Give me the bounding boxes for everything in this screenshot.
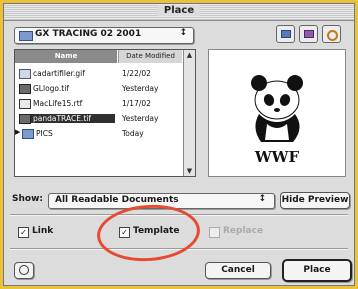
disk-icon [281,30,291,38]
file-row[interactable]: MacLife15.rtf 1/17/02 [15,97,183,110]
file-row[interactable]: GLlogo.tif Yesterday [15,82,183,95]
popup-arrows-icon: ↕ [179,28,187,38]
tif-file-icon [19,114,31,124]
help-button[interactable] [14,262,34,279]
file-list[interactable]: Name Date Modified ▲ ▼ cadartifiler.gif … [14,49,196,177]
name-column-header[interactable]: Name [15,50,117,63]
folder-popup-label: GX TRACING 02 2001 [35,29,142,39]
file-date: Yesterday [122,84,159,93]
disk-button[interactable] [276,25,295,43]
scroll-down-icon[interactable]: ▼ [184,167,195,175]
recent-button[interactable] [322,25,341,43]
file-name: MacLife15.rtf [33,99,83,108]
date-column-header[interactable]: Date Modified [118,50,182,63]
file-date: Yesterday [122,114,159,123]
file-date: 1/22/02 [122,69,151,78]
file-date: 1/17/02 [122,99,151,108]
file-row[interactable]: ▶ PICS Today [15,127,183,140]
cancel-button[interactable]: Cancel [205,262,271,279]
file-row[interactable]: cadartifiler.gif 1/22/02 [15,67,183,80]
preview-pane: WWF [208,49,346,177]
place-button[interactable]: Place [282,259,352,282]
file-name: PICS [36,129,53,138]
replace-label: Replace [223,226,264,236]
scroll-up-icon[interactable]: ▲ [184,51,195,59]
popup-arrows-icon: ↕ [258,194,266,204]
tif-file-icon [19,84,31,94]
clock-icon [327,30,338,41]
wwf-panda-logo: WWF [251,75,303,166]
folder-popup[interactable]: GX TRACING 02 2001 ↕ [14,27,194,44]
dialog-title: Place [157,5,201,16]
show-popup-value: All Readable Documents [55,195,179,205]
replace-checkbox[interactable] [209,227,220,238]
title-bar[interactable]: Place [4,4,354,21]
show-label: Show: [12,194,43,204]
link-checkbox[interactable]: ✓ [18,227,29,238]
folder-icon [19,31,33,41]
help-icon [19,265,29,275]
gif-file-icon [19,69,31,79]
file-name: GLlogo.tif [33,84,69,93]
file-date: Today [122,129,144,138]
hide-preview-button[interactable]: Hide Preview [280,192,350,209]
link-label: Link [32,226,54,236]
folder-button[interactable] [299,25,318,43]
file-row-selected[interactable]: pandaTRACE.tif Yesterday [15,112,183,125]
folder-icon [22,129,34,139]
disclosure-triangle-icon[interactable]: ▶ [15,128,20,136]
file-list-scrollbar[interactable]: ▲ ▼ [183,50,195,176]
file-name: pandaTRACE.tif [31,114,115,123]
file-name: cadartifiler.gif [33,69,85,78]
folder-icon [304,30,314,38]
rtf-file-icon [19,99,31,109]
logo-wordmark: WWF [254,148,300,166]
